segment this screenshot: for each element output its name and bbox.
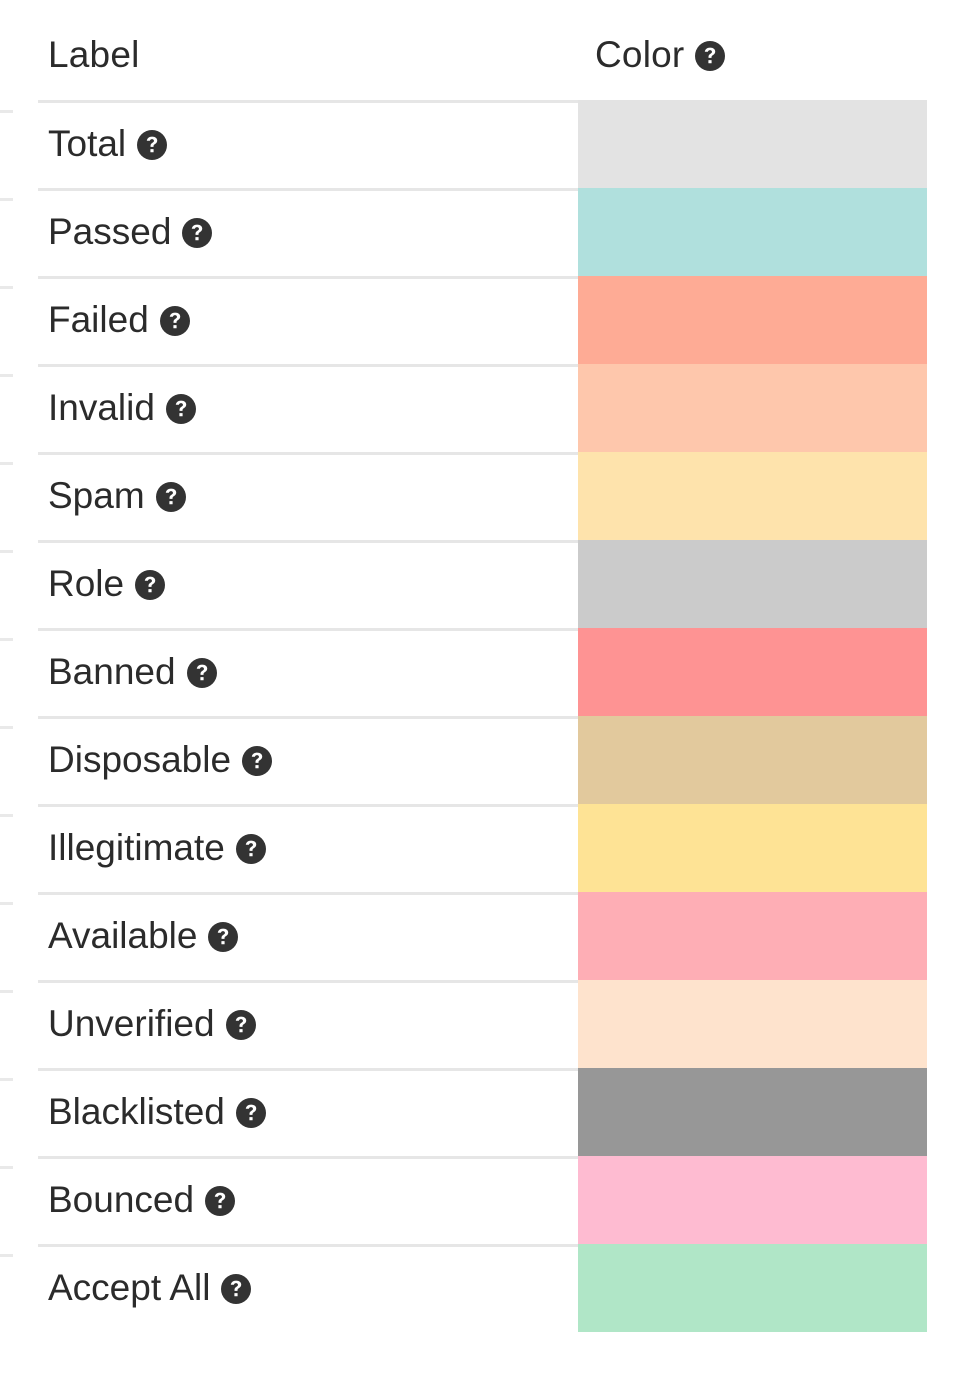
- row-color-swatch[interactable]: [578, 804, 927, 892]
- help-circle-icon[interactable]: [208, 922, 238, 952]
- table-row: Role: [0, 540, 960, 628]
- row-color-swatch[interactable]: [578, 100, 927, 188]
- row-divider-stub: [0, 902, 13, 905]
- row-color-swatch[interactable]: [578, 716, 927, 804]
- table-row: Total: [0, 100, 960, 188]
- row-label-text: Banned: [48, 650, 176, 694]
- table-row: Unverified: [0, 980, 960, 1068]
- row-divider-stub: [0, 1078, 13, 1081]
- help-circle-icon[interactable]: [166, 394, 196, 424]
- color-legend-table: Label Color Total Passed Failed Invalid Spam…: [0, 0, 960, 1376]
- row-label-text: Available: [48, 914, 197, 958]
- row-label-text: Total: [48, 122, 126, 166]
- table-row: Banned: [0, 628, 960, 716]
- table-row: Illegitimate: [0, 804, 960, 892]
- row-label-cell: Unverified: [48, 980, 256, 1068]
- row-label-cell: Failed: [48, 276, 190, 364]
- row-label-cell: Available: [48, 892, 238, 980]
- row-color-swatch[interactable]: [578, 540, 927, 628]
- column-header-label-text: Label: [48, 33, 140, 77]
- row-label-text: Role: [48, 562, 124, 606]
- table-header-row: Label Color: [0, 0, 960, 100]
- row-label-cell: Accept All: [48, 1244, 251, 1332]
- row-color-swatch[interactable]: [578, 364, 927, 452]
- row-divider-stub: [0, 286, 13, 289]
- row-label-cell: Total: [48, 100, 167, 188]
- row-label-cell: Spam: [48, 452, 186, 540]
- table-row: Accept All: [0, 1244, 960, 1332]
- row-label-cell: Role: [48, 540, 165, 628]
- row-divider-stub: [0, 462, 13, 465]
- table-row: Available: [0, 892, 960, 980]
- row-divider-stub: [0, 1254, 13, 1257]
- row-label-cell: Bounced: [48, 1156, 235, 1244]
- row-divider-stub: [0, 814, 13, 817]
- table-row: Bounced: [0, 1156, 960, 1244]
- row-label-text: Spam: [48, 474, 145, 518]
- row-label-text: Unverified: [48, 1002, 215, 1046]
- row-label-text: Failed: [48, 298, 149, 342]
- table-row: Failed: [0, 276, 960, 364]
- row-color-swatch[interactable]: [578, 452, 927, 540]
- row-label-cell: Blacklisted: [48, 1068, 266, 1156]
- help-circle-icon[interactable]: [137, 130, 167, 160]
- help-circle-icon[interactable]: [236, 834, 266, 864]
- row-label-text: Accept All: [48, 1266, 210, 1310]
- table-row: Blacklisted: [0, 1068, 960, 1156]
- row-label-text: Bounced: [48, 1178, 194, 1222]
- help-circle-icon[interactable]: [226, 1010, 256, 1040]
- table-row: Invalid: [0, 364, 960, 452]
- row-color-swatch[interactable]: [578, 892, 927, 980]
- row-color-swatch[interactable]: [578, 1156, 927, 1244]
- help-circle-icon[interactable]: [156, 482, 186, 512]
- row-label-text: Passed: [48, 210, 171, 254]
- help-circle-icon[interactable]: [695, 41, 725, 71]
- help-circle-icon[interactable]: [135, 570, 165, 600]
- help-circle-icon[interactable]: [160, 306, 190, 336]
- row-label-text: Disposable: [48, 738, 231, 782]
- row-divider-stub: [0, 1166, 13, 1169]
- help-circle-icon[interactable]: [242, 746, 272, 776]
- row-color-swatch[interactable]: [578, 188, 927, 276]
- row-label-text: Blacklisted: [48, 1090, 225, 1134]
- column-header-label: Label: [48, 33, 140, 77]
- row-color-swatch[interactable]: [578, 276, 927, 364]
- row-divider-stub: [0, 198, 13, 201]
- row-divider-stub: [0, 726, 13, 729]
- column-header-color: Color: [595, 33, 725, 77]
- table-row: Spam: [0, 452, 960, 540]
- table-row: Disposable: [0, 716, 960, 804]
- row-label-cell: Invalid: [48, 364, 196, 452]
- row-divider-stub: [0, 110, 13, 113]
- row-divider-stub: [0, 990, 13, 993]
- table-body: Total Passed Failed Invalid Spam Role Banned Di…: [0, 100, 960, 1332]
- help-circle-icon[interactable]: [221, 1274, 251, 1304]
- row-color-swatch[interactable]: [578, 628, 927, 716]
- table-row: Passed: [0, 188, 960, 276]
- help-circle-icon[interactable]: [236, 1098, 266, 1128]
- row-label-cell: Disposable: [48, 716, 272, 804]
- row-label-cell: Passed: [48, 188, 212, 276]
- column-header-color-text: Color: [595, 33, 684, 77]
- help-circle-icon[interactable]: [187, 658, 217, 688]
- help-circle-icon[interactable]: [205, 1186, 235, 1216]
- row-divider-stub: [0, 638, 13, 641]
- row-divider-stub: [0, 374, 13, 377]
- row-label-text: Illegitimate: [48, 826, 225, 870]
- help-circle-icon[interactable]: [182, 218, 212, 248]
- row-color-swatch[interactable]: [578, 980, 927, 1068]
- row-color-swatch[interactable]: [578, 1068, 927, 1156]
- row-label-text: Invalid: [48, 386, 155, 430]
- row-divider-stub: [0, 550, 13, 553]
- row-label-cell: Illegitimate: [48, 804, 266, 892]
- row-color-swatch[interactable]: [578, 1244, 927, 1332]
- row-label-cell: Banned: [48, 628, 217, 716]
